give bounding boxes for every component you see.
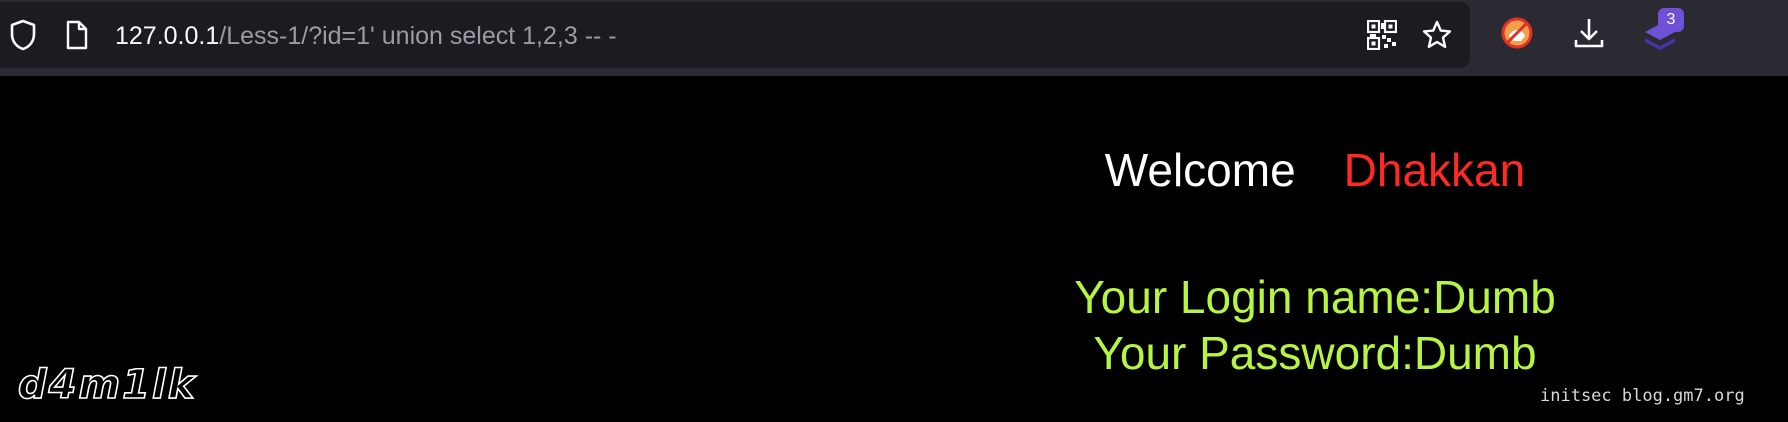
watermark-text: initsec blog.gm7.org	[1540, 386, 1745, 406]
site-logo: d4m1lk	[17, 361, 197, 409]
url-path: /Less-1/?id=1' union select 1,2,3 -- -	[219, 22, 617, 50]
star-icon[interactable]	[1420, 18, 1454, 52]
download-icon[interactable]	[1570, 14, 1608, 52]
extensions-count-badge: 3	[1658, 8, 1684, 32]
welcome-text: Welcome	[1104, 144, 1296, 196]
address-bar[interactable]: 127.0.0.1/Less-1/?id=1' union select 1,2…	[0, 2, 1470, 68]
page-icon	[62, 16, 92, 54]
qr-code-icon[interactable]	[1366, 19, 1398, 51]
password-line: Your Password:Dumb	[1093, 327, 1537, 379]
welcome-line: Welcome Dhakkan	[1000, 143, 1630, 197]
login-name-line: Your Login name:Dumb	[1074, 271, 1556, 323]
welcome-name: Dhakkan	[1343, 144, 1526, 196]
url-host: 127.0.0.1	[115, 22, 220, 50]
url-text[interactable]: 127.0.0.1/Less-1/?id=1' union select 1,2…	[115, 19, 617, 53]
shield-icon[interactable]	[4, 16, 42, 54]
browser-toolbar: 127.0.0.1/Less-1/?id=1' union select 1,2…	[0, 0, 1788, 76]
fox-extension-icon[interactable]	[1498, 14, 1536, 52]
